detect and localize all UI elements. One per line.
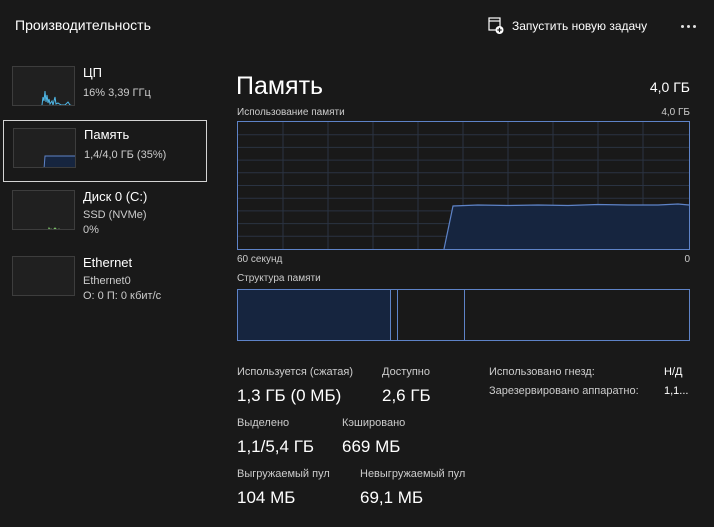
memory-thumbnail-graph xyxy=(13,128,76,168)
paged-pool-value: 104 МБ xyxy=(237,488,296,507)
sidebar-item-detail-2: 0% xyxy=(83,224,99,236)
sidebar-item-label: Ethernet xyxy=(83,255,133,270)
sidebar-item-ethernet[interactable]: Ethernet Ethernet0 О: 0 П: 0 кбит/с xyxy=(3,249,207,311)
in-use-label: Используется (сжатая) xyxy=(237,366,354,378)
usage-chart-label: Использование памяти xyxy=(237,107,345,118)
sidebar-item-disk[interactable]: Диск 0 (C:) SSD (NVMe) 0% xyxy=(3,183,207,245)
memory-usage-chart xyxy=(237,121,690,250)
sidebar-item-detail: 16% 3,39 ГГц xyxy=(83,87,151,99)
memory-panel: Память 4,0 ГБ Использование памяти 4,0 Г… xyxy=(218,51,714,527)
ethernet-thumbnail-graph xyxy=(12,256,75,296)
cached-label: Кэшировано xyxy=(342,417,406,429)
slots-used-key: Использовано гнезд: xyxy=(489,366,595,378)
sidebar-item-detail: SSD (NVMe) xyxy=(83,209,147,221)
composition-standby xyxy=(398,290,465,340)
more-options-button[interactable] xyxy=(674,14,702,38)
sidebar: ЦП 16% 3,39 ГГц Память 1,4/4,0 ГБ (35%) … xyxy=(0,51,218,527)
hardware-reserved-key: Зарезервировано аппаратно: xyxy=(489,385,639,397)
sidebar-item-label: ЦП xyxy=(83,65,102,80)
sidebar-item-detail: Ethernet0 xyxy=(83,275,131,287)
nonpaged-pool-label: Невыгружаемый пул xyxy=(360,468,466,480)
sidebar-item-label: Память xyxy=(84,127,130,142)
usage-chart-svg xyxy=(238,122,689,249)
disk-thumbnail-graph xyxy=(12,190,75,230)
committed-value: 1,1/5,4 ГБ xyxy=(237,437,315,456)
usage-area xyxy=(444,204,689,249)
composition-modified xyxy=(391,290,398,340)
panel-title: Память xyxy=(236,72,324,100)
slots-used-value: Н/Д xyxy=(664,366,683,378)
sidebar-item-label: Диск 0 (C:) xyxy=(83,189,148,204)
more-dot xyxy=(692,24,696,28)
usage-axis-right: 0 xyxy=(684,254,690,265)
run-new-task-label: Запустить новую задачу xyxy=(512,19,648,33)
total-memory: 4,0 ГБ xyxy=(649,79,690,95)
composition-label: Структура памяти xyxy=(237,273,321,284)
more-horizontal-icon xyxy=(680,24,684,28)
more-dot xyxy=(686,24,690,28)
available-value: 2,6 ГБ xyxy=(382,386,431,405)
paged-pool-label: Выгружаемый пул xyxy=(237,468,330,480)
sidebar-item-cpu[interactable]: ЦП 16% 3,39 ГГц xyxy=(3,59,207,121)
committed-label: Выделено xyxy=(237,417,290,429)
usage-axis-left: 60 секунд xyxy=(237,254,283,265)
composition-in-use xyxy=(238,290,391,340)
sidebar-item-detail: 1,4/4,0 ГБ (35%) xyxy=(84,149,167,161)
page-title: Производительность xyxy=(15,17,151,33)
composition-free xyxy=(465,290,689,340)
cpu-thumbnail-graph xyxy=(12,66,75,106)
usage-chart-max: 4,0 ГБ xyxy=(661,107,690,118)
run-new-task-button[interactable]: Запустить новую задачу xyxy=(488,16,647,36)
sidebar-item-detail-2: О: 0 П: 0 кбит/с xyxy=(83,290,162,302)
available-label: Доступно xyxy=(382,366,431,378)
header-bar: Производительность Запустить новую задач… xyxy=(0,0,714,51)
memory-composition-bar xyxy=(237,289,690,341)
run-task-icon xyxy=(488,17,504,34)
nonpaged-pool-value: 69,1 МБ xyxy=(360,488,424,507)
hardware-reserved-value: 1,1... xyxy=(664,385,689,397)
sidebar-item-memory[interactable]: Память 1,4/4,0 ГБ (35%) xyxy=(3,120,207,182)
cached-value: 669 МБ xyxy=(342,437,401,456)
in-use-value: 1,3 ГБ (0 МБ) xyxy=(237,386,342,405)
